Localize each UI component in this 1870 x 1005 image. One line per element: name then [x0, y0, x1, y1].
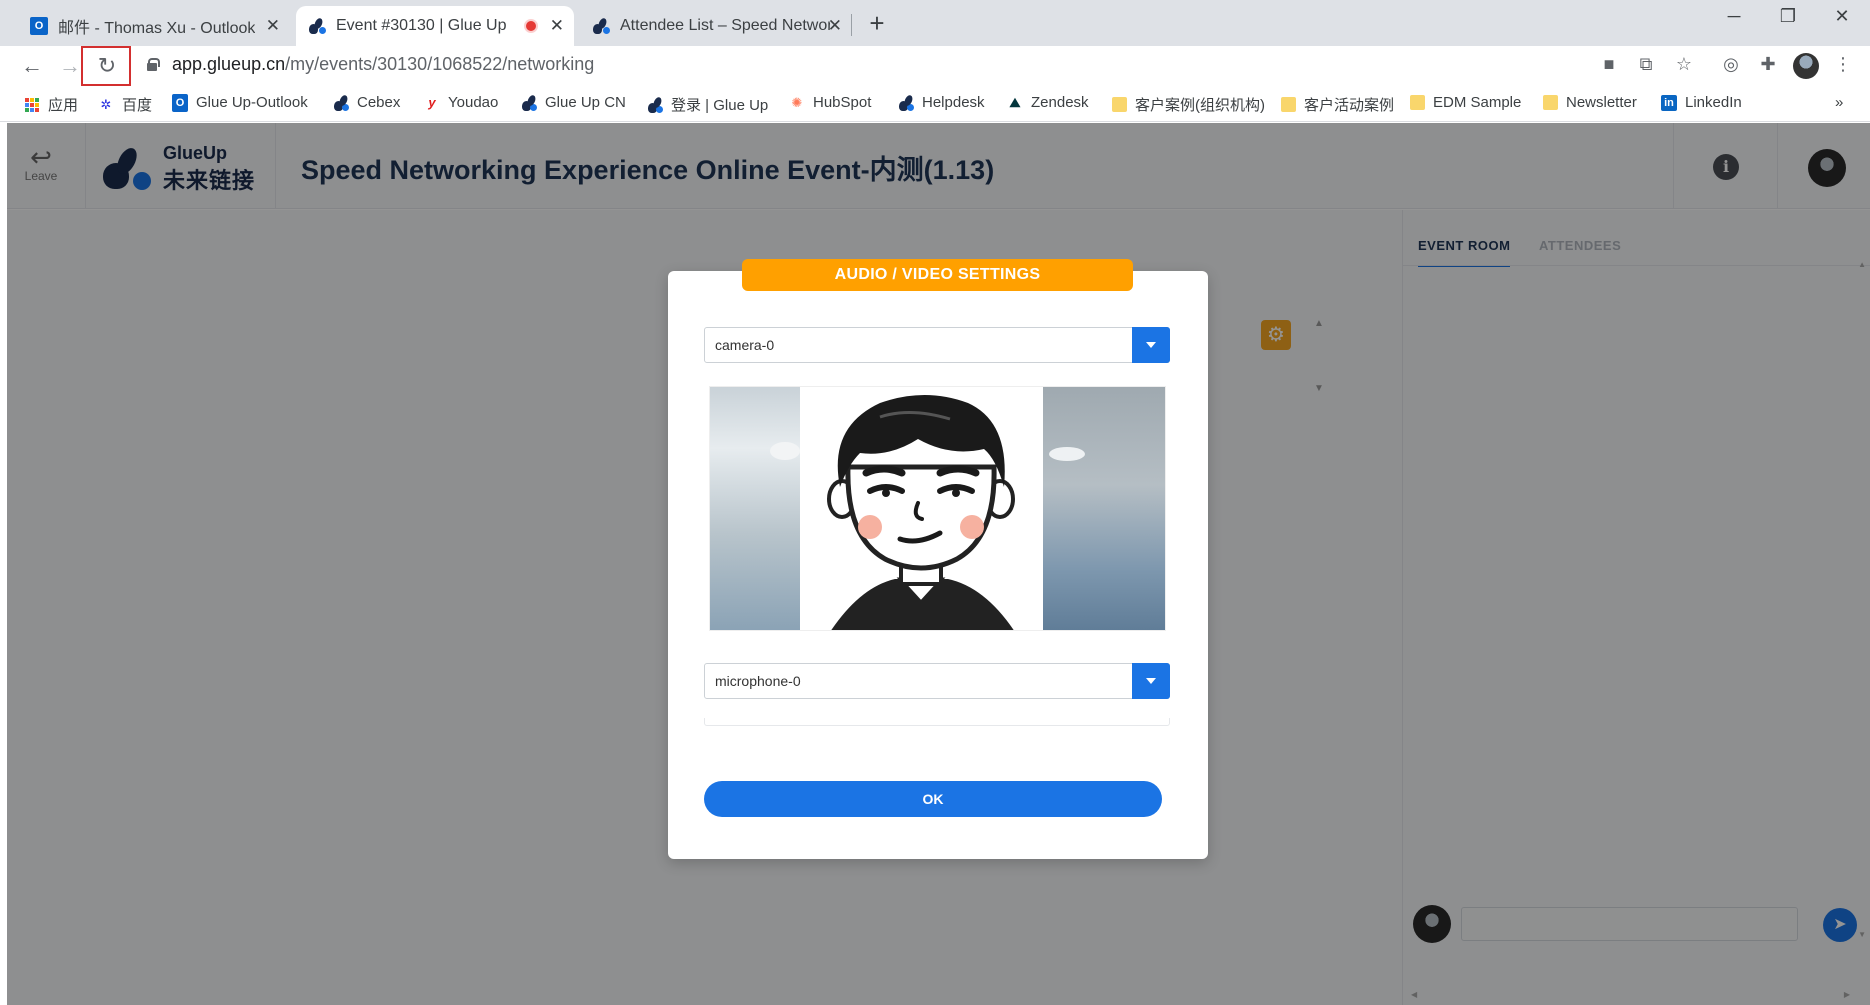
bookmark-youdao[interactable]: y Youdao — [424, 94, 498, 111]
bookmark-linkedin[interactable]: in LinkedIn — [1661, 94, 1742, 111]
glueup-icon — [308, 17, 326, 35]
tab-title: Attendee List – Speed Networ — [620, 17, 830, 34]
glueup-icon — [647, 97, 663, 113]
bookmarks-bar: 应用 ✲ 百度 O Glue Up-Outlook Cebex y Youdao… — [0, 86, 1870, 122]
tab-title: Event #30130 | Glue Up — [336, 17, 507, 34]
camera-feed-background — [710, 387, 800, 630]
extensions-icon[interactable]: ✚ — [1755, 54, 1781, 75]
youdao-icon: y — [428, 95, 436, 110]
tab-separator — [851, 14, 852, 36]
address-bar[interactable]: app.glueup.cn/my/events/30130/1068522/ne… — [172, 54, 594, 75]
bookmark-apps[interactable]: 应用 — [24, 94, 78, 115]
glueup-icon — [521, 95, 537, 111]
glueup-icon — [898, 95, 914, 111]
bookmark-label: Newsletter — [1566, 94, 1637, 111]
close-window-button[interactable]: ✕ — [1822, 6, 1862, 27]
audio-level-meter — [704, 718, 1170, 726]
glueup-icon — [333, 95, 349, 111]
browser-toolbar: ← → ↻ app.glueup.cn/my/events/30130/1068… — [0, 46, 1870, 86]
camera-in-use-icon[interactable]: ■ — [1596, 54, 1622, 75]
bookmark-folder-newsletter[interactable]: Newsletter — [1542, 94, 1637, 111]
lock-icon — [147, 58, 160, 71]
bookmarks-overflow-button[interactable]: » — [1835, 94, 1843, 111]
tab-attendee-list[interactable]: Attendee List – Speed Networ ✕ — [580, 6, 852, 46]
folder-icon — [1409, 95, 1425, 111]
restore-button[interactable]: ❐ — [1768, 6, 1808, 27]
url-path: /my/events/30130/1068522/networking — [285, 54, 595, 74]
bookmark-label: Zendesk — [1031, 94, 1089, 111]
bookmark-folder-edm-sample[interactable]: EDM Sample — [1409, 94, 1521, 111]
bookmark-label: Helpdesk — [922, 94, 985, 111]
ok-button[interactable]: OK — [704, 781, 1162, 817]
bookmark-zendesk[interactable]: ⛰ Zendesk — [1007, 94, 1089, 111]
bookmark-label: Glue Up CN — [545, 94, 626, 111]
bookmark-login-glueup[interactable]: 登录 | Glue Up — [647, 94, 768, 115]
apps-icon — [24, 97, 40, 113]
bookmark-baidu[interactable]: ✲ 百度 — [98, 94, 152, 115]
bookmark-label: EDM Sample — [1433, 94, 1522, 111]
bookmark-label: 应用 — [48, 97, 79, 114]
recording-icon — [524, 19, 538, 33]
outlook-icon: O — [172, 93, 188, 112]
camera-select[interactable]: camera-0 — [704, 327, 1170, 363]
close-icon[interactable]: ✕ — [550, 16, 564, 36]
bookmark-label: Youdao — [448, 94, 499, 111]
profile-avatar[interactable] — [1793, 53, 1819, 79]
hubspot-icon: ✺ — [791, 94, 803, 110]
bookmark-folder-cases-org[interactable]: 客户案例(组织机构) — [1111, 94, 1265, 115]
bookmark-label: Glue Up-Outlook — [196, 94, 308, 111]
back-button[interactable]: ← — [16, 50, 48, 82]
folder-icon — [1111, 97, 1127, 113]
zendesk-icon: ⛰ — [1009, 94, 1021, 110]
dialog-title: AUDIO / VIDEO SETTINGS — [742, 259, 1133, 291]
bookmark-cebex[interactable]: Cebex — [333, 94, 400, 111]
bookmark-label: 登录 | Glue Up — [671, 97, 769, 114]
camera-preview — [709, 386, 1166, 631]
tab-title: 邮件 - Thomas Xu - Outlook — [58, 20, 256, 37]
bookmark-label: 百度 — [122, 97, 153, 114]
baidu-icon: ✲ — [100, 96, 112, 112]
bookmark-folder-event-cases[interactable]: 客户活动案例 — [1280, 94, 1394, 115]
bookmark-label: 客户案例(组织机构) — [1135, 97, 1265, 114]
folder-icon — [1280, 97, 1296, 113]
bookmark-hubspot[interactable]: ✺ HubSpot — [789, 94, 872, 111]
outlook-icon: O — [30, 17, 48, 35]
bookmark-label: HubSpot — [813, 94, 872, 111]
folder-icon — [1542, 95, 1558, 111]
chevron-down-icon[interactable] — [1132, 327, 1170, 363]
chevron-down-icon[interactable] — [1132, 663, 1170, 699]
bookmark-label: Cebex — [357, 94, 401, 111]
tab-outlook[interactable]: O 邮件 - Thomas Xu - Outlook ✕ — [18, 6, 290, 46]
browser-tab-bar: O 邮件 - Thomas Xu - Outlook ✕ Event #3013… — [0, 0, 1870, 46]
cartoon-avatar-image — [800, 387, 1043, 630]
microphone-select-value: microphone-0 — [715, 673, 801, 689]
bookmark-label: LinkedIn — [1685, 94, 1742, 111]
new-tab-button[interactable]: + — [862, 8, 892, 38]
camera-select-value: camera-0 — [715, 337, 775, 353]
close-icon[interactable]: ✕ — [266, 16, 280, 36]
menu-icon[interactable]: ⋮ — [1830, 54, 1856, 75]
bookmark-glueup-cn[interactable]: Glue Up CN — [521, 94, 626, 111]
linkedin-icon: in — [1661, 94, 1677, 111]
microphone-select[interactable]: microphone-0 — [704, 663, 1170, 699]
bookmark-helpdesk[interactable]: Helpdesk — [898, 94, 985, 111]
screenshot-icon[interactable]: ◎ — [1718, 54, 1744, 75]
close-icon[interactable]: ✕ — [828, 16, 842, 36]
bookmark-star-icon[interactable]: ☆ — [1671, 54, 1697, 75]
url-host: app.glueup.cn — [172, 54, 286, 74]
camera-feed-background — [1041, 387, 1165, 630]
bookmark-label: 客户活动案例 — [1304, 97, 1395, 114]
audio-video-settings-dialog: camera-0 microphone-0 OK — [668, 271, 1208, 859]
glueup-icon — [592, 17, 610, 35]
minimize-button[interactable]: ─ — [1714, 6, 1754, 27]
tab-event[interactable]: Event #30130 | Glue Up ✕ — [296, 6, 574, 46]
reload-highlight-box — [81, 46, 131, 86]
translate-icon[interactable]: ⧉ — [1633, 54, 1659, 75]
bookmark-glueup-outlook[interactable]: O Glue Up-Outlook — [172, 93, 308, 112]
